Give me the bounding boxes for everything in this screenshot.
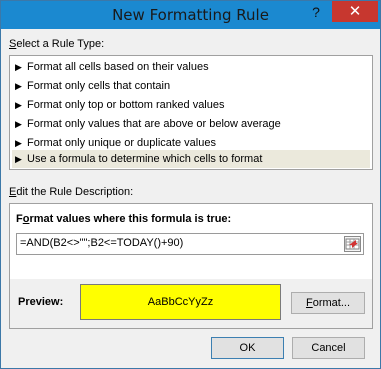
bullet-icon: ▶ bbox=[15, 119, 22, 129]
rule-type-label: Select a Rule Type: bbox=[9, 38, 104, 50]
preview-sample-text: AaBbCcYyZz bbox=[147, 296, 214, 308]
close-button[interactable]: ✕ bbox=[332, 1, 378, 22]
rule-type-item-label: Format all cells based on their values bbox=[27, 61, 209, 73]
help-button[interactable]: ? bbox=[304, 1, 328, 23]
formula-label: Format values where this formula is true… bbox=[16, 213, 231, 225]
rule-type-item-label: Format only cells that contain bbox=[27, 80, 171, 92]
bullet-icon: ▶ bbox=[15, 100, 22, 110]
bullet-icon: ▶ bbox=[15, 81, 22, 91]
preview-area: Preview: AaBbCcYyZz Format... bbox=[10, 279, 372, 328]
rule-type-list[interactable]: ▶ Format all cells based on their values … bbox=[9, 55, 373, 170]
ok-button[interactable]: OK bbox=[211, 337, 284, 359]
rule-type-item-selected[interactable]: ▶ Use a formula to determine which cells … bbox=[12, 150, 370, 168]
rule-type-item[interactable]: ▶ Format all cells based on their values bbox=[12, 58, 370, 76]
rule-type-item-label: Format only unique or duplicate values bbox=[27, 137, 216, 149]
rule-type-item-label: Format only values that are above or bel… bbox=[27, 118, 281, 130]
format-button-mnemonic: F bbox=[305, 297, 313, 309]
format-button[interactable]: Format... bbox=[291, 292, 365, 314]
new-formatting-rule-dialog: New Formatting Rule ? ✕ Select a Rule Ty… bbox=[0, 0, 381, 369]
formula-value[interactable]: =AND(B2<>"";B2<=TODAY()+90) bbox=[20, 237, 183, 249]
preview-label: Preview: bbox=[18, 296, 64, 308]
bullet-icon: ▶ bbox=[15, 62, 22, 72]
preview-swatch: AaBbCcYyZz bbox=[80, 284, 281, 320]
format-button-label: ormat... bbox=[312, 297, 351, 309]
rule-description-panel: Format values where this formula is true… bbox=[9, 203, 373, 329]
rule-type-item[interactable]: ▶ Format only top or bottom ranked values bbox=[12, 96, 370, 114]
bullet-icon: ▶ bbox=[15, 154, 22, 164]
rule-type-item-label: Format only top or bottom ranked values bbox=[27, 99, 225, 111]
rule-description-label-text: dit the Rule Description: bbox=[16, 186, 134, 198]
formula-label-lead: F bbox=[16, 213, 23, 225]
formula-input[interactable]: =AND(B2<>"";B2<=TODAY()+90) bbox=[16, 233, 364, 255]
rule-type-label-text: elect a Rule Type: bbox=[16, 38, 105, 50]
rule-description-label: Edit the Rule Description: bbox=[9, 186, 133, 198]
cancel-button[interactable]: Cancel bbox=[292, 337, 365, 359]
rule-type-item[interactable]: ▶ Format only cells that contain bbox=[12, 77, 370, 95]
formula-label-text: rmat values where this formula is true: bbox=[29, 213, 232, 225]
range-select-icon[interactable] bbox=[344, 236, 361, 252]
title-bar[interactable]: New Formatting Rule ? ✕ bbox=[1, 1, 380, 29]
rule-type-item-label: Use a formula to determine which cells t… bbox=[27, 153, 263, 165]
rule-type-item[interactable]: ▶ Format only values that are above or be… bbox=[12, 115, 370, 133]
